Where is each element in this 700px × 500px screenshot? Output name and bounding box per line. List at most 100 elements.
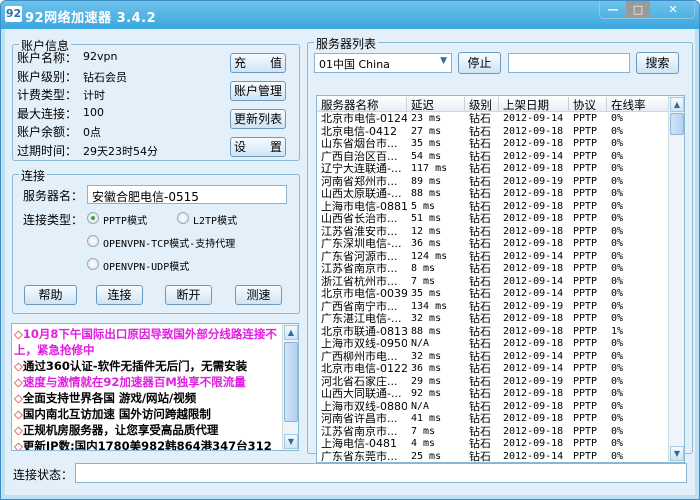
table-row[interactable]: 广东深圳电信-... 36 ms 钻石 2012-09-18 PPTP 0%: [317, 238, 669, 251]
radio-1[interactable]: [177, 212, 189, 224]
table-row[interactable]: 广东湛江电信-... 32 ms 钻石 2012-09-18 PPTP 0%: [317, 313, 669, 326]
radio-3[interactable]: [87, 258, 99, 270]
close-button[interactable]: ✕: [650, 1, 696, 18]
search-input[interactable]: [508, 53, 630, 73]
settings-button[interactable]: 设 置: [230, 137, 286, 157]
table-row[interactable]: 广东省东莞市... 25 ms 钻石 2012-09-14 PPTP 0%: [317, 450, 669, 463]
column-header[interactable]: 级别: [465, 97, 499, 112]
table-row[interactable]: 山西省长治市... 51 ms 钻石 2012-09-18 PPTP 0%: [317, 213, 669, 226]
account-info-group: 账户信息 账户名称： 92vpn 账户级别： 钻石会员 计费类型： 计时 最大连接： 100 账…: [12, 37, 300, 161]
region-select[interactable]: 01中国 China ▼: [314, 53, 452, 73]
table-row[interactable]: 北京市电信-0124 23 ms 钻石 2012-09-14 PPTP 0%: [317, 113, 669, 126]
account-manage-button[interactable]: 账户管理: [230, 81, 286, 101]
table-row[interactable]: 山西太原联通-... 88 ms 钻石 2012-09-18 PPTP 0%: [317, 188, 669, 201]
account-field-label: 最大连接：: [17, 106, 78, 121]
table-row[interactable]: 河南省许昌市... 41 ms 钻石 2012-09-18 PPTP 0%: [317, 413, 669, 426]
table-row[interactable]: 山西大同联通-... 92 ms 钻石 2012-09-18 PPTP 0%: [317, 388, 669, 401]
server-name-field[interactable]: 安徽合肥电信-0515: [87, 185, 287, 204]
table-row[interactable]: 北京市联通-0813 88 ms 钻石 2012-09-18 PPTP 1%: [317, 326, 669, 339]
recharge-button[interactable]: 充 值: [230, 53, 286, 73]
help-button[interactable]: 帮助: [24, 285, 77, 305]
window-title: 92网络加速器 3.4.2: [25, 11, 157, 26]
disconnect-button[interactable]: 断开: [165, 285, 212, 305]
refresh-list-button[interactable]: 更新列表: [230, 109, 286, 129]
notice-scrollbar[interactable]: ▲ ▼: [282, 324, 298, 450]
radio-2[interactable]: [87, 235, 99, 247]
table-row[interactable]: 江苏省南京市... 7 ms 钻石 2012-09-18 PPTP 0%: [317, 426, 669, 439]
table-row[interactable]: 浙江省杭州市... 7 ms 钻石 2012-09-14 PPTP 0%: [317, 276, 669, 289]
mode-label[interactable]: L2TP模式: [193, 212, 237, 227]
title-bar[interactable]: 92 92网络加速器 3.4.2 — □ ✕: [1, 1, 699, 29]
table-cell: 北京市联通-0813: [321, 325, 407, 338]
account-field-value: 29天23时54分: [83, 144, 158, 158]
column-header[interactable]: 上架日期: [499, 97, 569, 112]
table-cell: 27 ms: [411, 125, 442, 137]
server-list-scrollbar[interactable]: ▲ ▼: [668, 96, 684, 462]
table-cell: 7 ms: [411, 275, 436, 287]
server-list-group: 服务器列表 01中国 China ▼ 停止 搜索 服务器名称 延迟 级别 上架日期 协议…: [307, 35, 693, 463]
scroll-up-icon[interactable]: ▲: [670, 97, 684, 112]
mode-label[interactable]: PPTP模式: [103, 212, 147, 227]
table-row[interactable]: 广西自治区百... 54 ms 钻石 2012-09-14 PPTP 0%: [317, 151, 669, 164]
window-controls: — □ ✕: [599, 1, 695, 19]
table-cell: 北京市电信-0039: [321, 288, 407, 300]
table-row[interactable]: 江苏省南京市... 8 ms 钻石 2012-09-18 PPTP 0%: [317, 263, 669, 276]
minimize-button[interactable]: —: [600, 1, 626, 18]
maximize-button[interactable]: □: [626, 1, 650, 18]
table-cell: 河南省郑州市...: [321, 175, 398, 188]
notice-panel[interactable]: ◇10月8下午国际出口原因导致国外部分线路连接不上，紧急抢修中 ◇通过360认证-…: [11, 323, 299, 451]
table-cell: PPTP: [573, 288, 598, 299]
table-cell: 钻石: [469, 425, 491, 438]
table-row[interactable]: 上海电信-0481 4 ms 钻石 2012-09-18 PPTP 0%: [317, 438, 669, 451]
table-cell: PPTP: [573, 300, 598, 312]
table-row[interactable]: 河北省石家庄... 29 ms 钻石 2012-09-19 PPTP 0%: [317, 376, 669, 389]
table-row[interactable]: 上海市电信-0881 5 ms 钻石 2012-09-18 PPTP 0%: [317, 201, 669, 214]
radio-0[interactable]: [87, 212, 99, 224]
search-button[interactable]: 搜索: [636, 52, 679, 74]
table-row[interactable]: 北京市电信-0122 36 ms 钻石 2012-09-14 PPTP 0%: [317, 363, 669, 376]
connect-button[interactable]: 连接: [96, 285, 143, 305]
diamond-bullet-icon: ◇: [14, 391, 23, 405]
mode-label[interactable]: OPENVPN-UDP模式: [103, 258, 189, 273]
table-cell: 山东省烟台市...: [321, 138, 398, 150]
diamond-bullet-icon: ◇: [14, 327, 23, 341]
table-cell: PPTP: [573, 138, 598, 149]
column-header[interactable]: 协议: [569, 97, 607, 112]
table-cell: 广东深圳电信-...: [321, 238, 402, 250]
scroll-thumb[interactable]: [284, 342, 298, 422]
table-row[interactable]: 江苏省淮安市... 12 ms 钻石 2012-09-18 PPTP 0%: [317, 226, 669, 239]
table-row[interactable]: 河南省郑州市... 89 ms 钻石 2012-09-19 PPTP 0%: [317, 176, 669, 189]
table-row[interactable]: 山东省烟台市... 35 ms 钻石 2012-09-18 PPTP 0%: [317, 138, 669, 151]
table-cell: PPTP: [573, 275, 598, 287]
column-header[interactable]: 在线率: [607, 97, 669, 112]
notice-text: 全面支持世界各国 游戏/网站/视频: [22, 391, 197, 405]
column-header[interactable]: 延迟: [407, 97, 465, 112]
table-row[interactable]: 辽宁大连联通-... 117 ms 钻石 2012-09-18 PPTP 0%: [317, 163, 669, 176]
table-cell: PPTP: [573, 450, 598, 462]
scroll-thumb[interactable]: [670, 113, 684, 135]
table-cell: 钻石: [469, 125, 491, 138]
mode-label[interactable]: OPENVPN-TCP模式-支持代理: [103, 235, 235, 250]
server-name-label: 服务器名：: [23, 189, 84, 203]
stop-button[interactable]: 停止: [458, 52, 501, 74]
account-field-label: 过期时间：: [17, 143, 78, 158]
table-cell: 2012-09-18: [503, 163, 564, 174]
table-row[interactable]: 上海市双线-0950 N/A 钻石 2012-09-18 PPTP 0%: [317, 338, 669, 351]
table-cell: PPTP: [573, 438, 598, 449]
scroll-up-icon[interactable]: ▲: [284, 325, 298, 340]
table-cell: 钻石: [469, 363, 491, 375]
table-cell: 25 ms: [411, 450, 442, 462]
scroll-down-icon[interactable]: ▼: [284, 434, 298, 449]
scroll-down-icon[interactable]: ▼: [670, 446, 684, 461]
column-header[interactable]: 服务器名称: [317, 97, 407, 112]
table-row[interactable]: 北京电信-0412 27 ms 钻石 2012-09-18 PPTP 0%: [317, 126, 669, 139]
table-row[interactable]: 广东省河源市... 124 ms 钻石 2012-09-14 PPTP 0%: [317, 251, 669, 264]
table-cell: 0%: [611, 350, 624, 362]
table-cell: 2012-09-14: [503, 288, 564, 299]
table-cell: 山西大同联通-...: [321, 388, 402, 400]
table-row[interactable]: 广西柳州市电... 32 ms 钻石 2012-09-14 PPTP 0%: [317, 351, 669, 364]
speedtest-button[interactable]: 测速: [235, 285, 282, 305]
table-row[interactable]: 广西省南宁市... 134 ms 钻石 2012-09-19 PPTP 0%: [317, 301, 669, 314]
table-row[interactable]: 上海市双线-0880 N/A 钻石 2012-09-18 PPTP 0%: [317, 401, 669, 414]
table-row[interactable]: 北京市电信-0039 35 ms 钻石 2012-09-14 PPTP 0%: [317, 288, 669, 301]
